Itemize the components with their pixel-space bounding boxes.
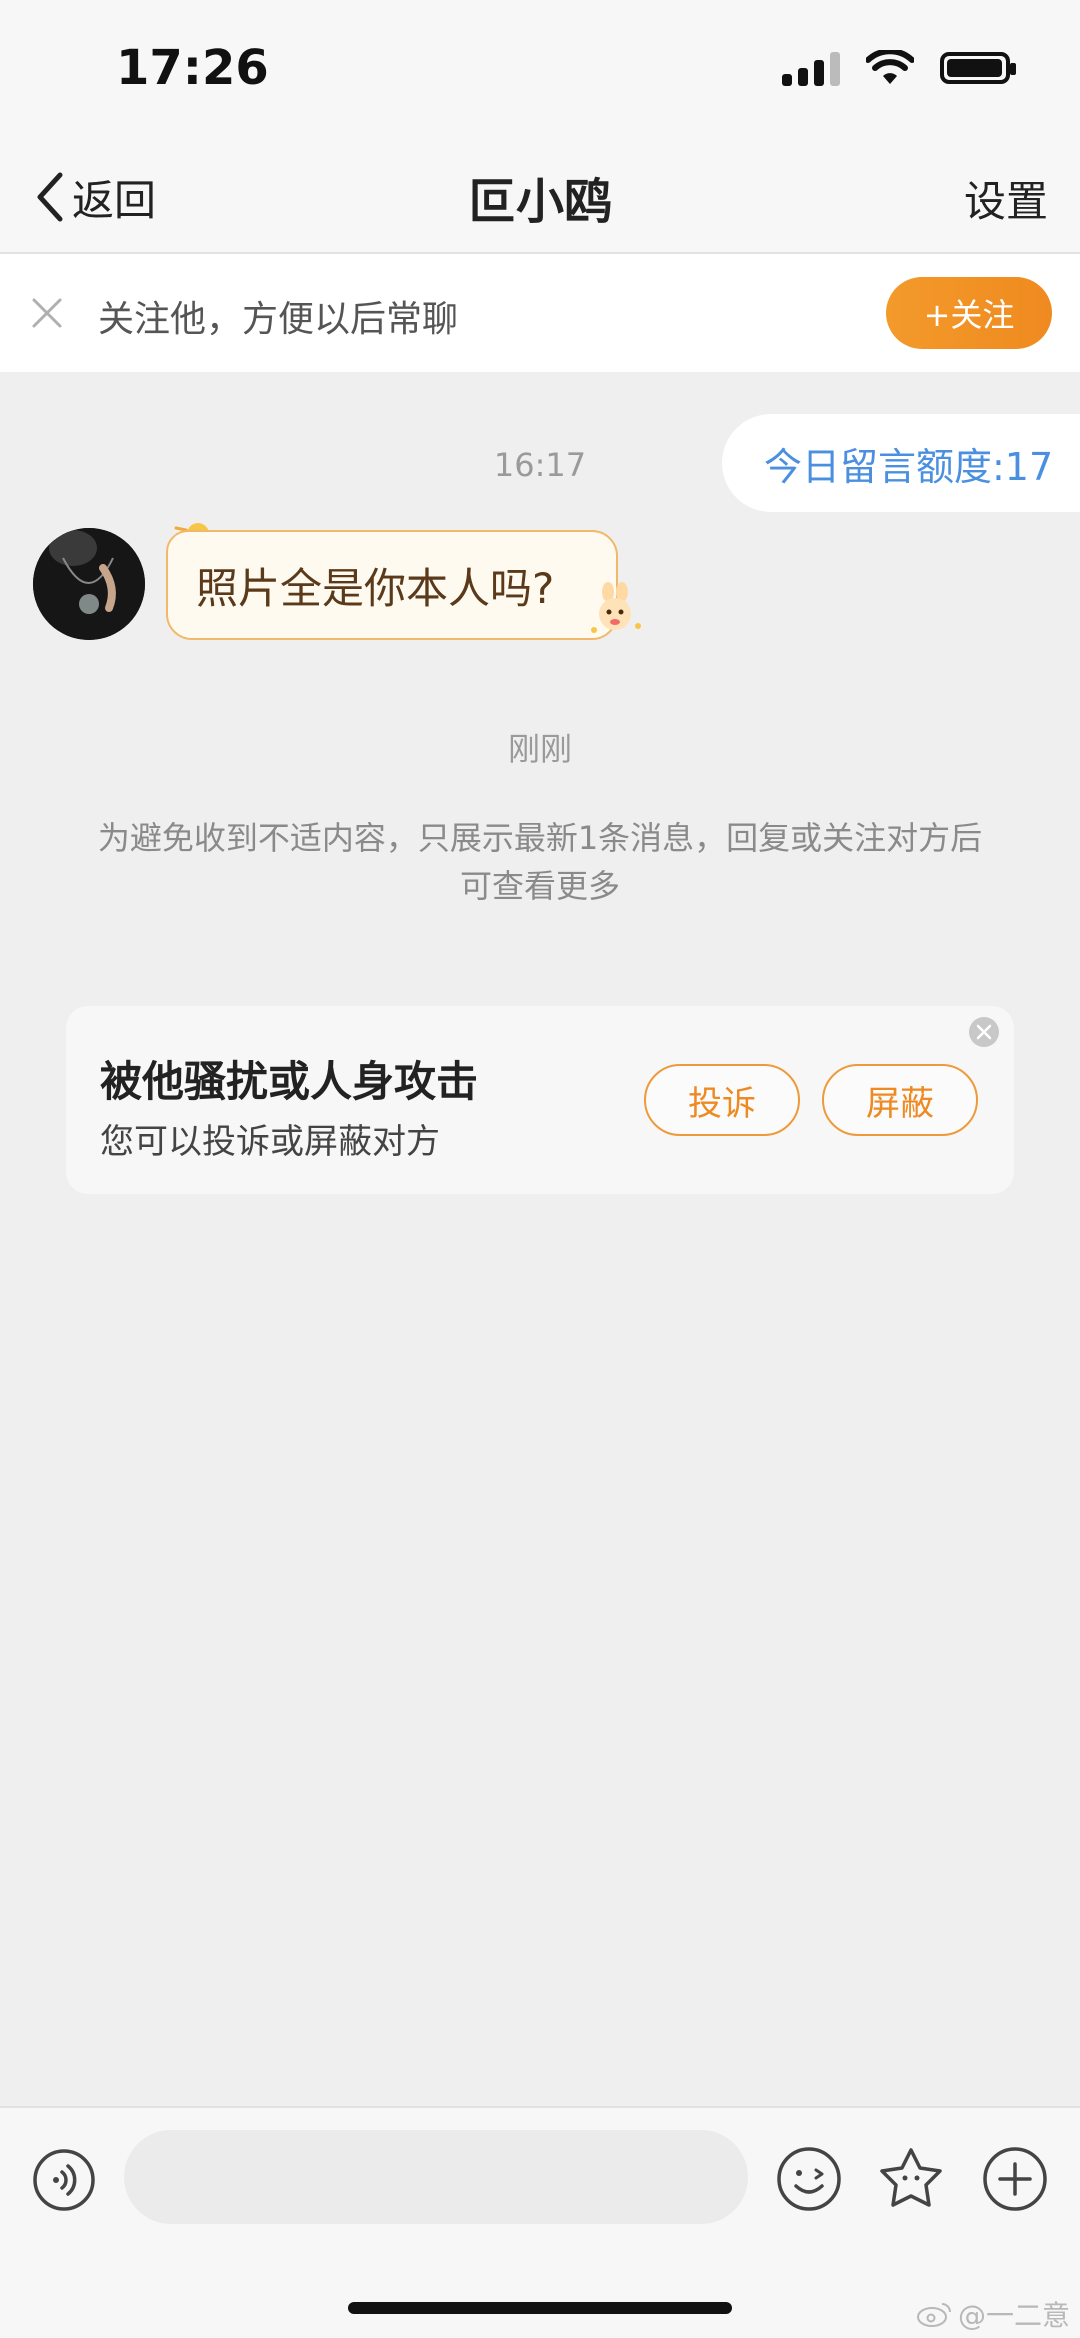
page-title: 叵小鸥 (467, 174, 612, 230)
home-indicator (348, 2302, 732, 2314)
report-button[interactable]: 投诉 (644, 1064, 800, 1136)
close-icon[interactable] (28, 294, 66, 332)
watermark-text: @一二意 (957, 2299, 1070, 2332)
card-subtitle: 您可以投诉或屏蔽对方 (100, 1122, 440, 1162)
signal-icon (782, 50, 840, 86)
system-notice: 为避免收到不适内容，只展示最新1条消息，回复或关注对方后可查看更多 (97, 819, 983, 905)
voice-icon[interactable] (32, 2148, 96, 2212)
follow-banner: 关注他，方便以后常聊 +关注 (0, 254, 1080, 372)
settings-button[interactable]: 设置 (964, 168, 1048, 229)
message-text: 照片全是你本人吗? (196, 563, 555, 613)
weibo-logo-icon (916, 2303, 951, 2327)
harassment-card: 被他骚扰或人身攻击 您可以投诉或屏蔽对方 投诉 屏蔽 (66, 1006, 1014, 1194)
close-circle-icon[interactable] (968, 1016, 1000, 1048)
watermark: @一二意 (916, 2294, 1070, 2334)
block-button[interactable]: 屏蔽 (822, 1064, 978, 1136)
incoming-message[interactable]: 照片全是你本人吗? (166, 530, 618, 640)
status-bar: 17:26 (0, 0, 1080, 140)
follow-prompt: 关注他，方便以后常聊 (98, 299, 459, 340)
avatar[interactable] (33, 528, 145, 640)
bunny-decoration-icon (591, 582, 641, 633)
battery-icon (940, 52, 1016, 84)
timestamp: 16:17 (493, 446, 587, 484)
avatar-photo (33, 528, 145, 640)
wifi-icon (866, 50, 914, 84)
sticker-icon[interactable] (876, 2144, 946, 2214)
card-title: 被他骚扰或人身攻击 (100, 1057, 479, 1106)
status-time: 17:26 (116, 40, 269, 96)
nav-bar: 返回 叵小鸥 设置 (0, 140, 1080, 254)
plus-icon[interactable] (982, 2146, 1048, 2212)
message-input[interactable] (124, 2130, 748, 2224)
status-icons (782, 50, 1016, 86)
follow-button[interactable]: +关注 (886, 277, 1052, 349)
timestamp-recent: 刚刚 (507, 730, 572, 768)
emoji-icon[interactable] (776, 2146, 842, 2212)
